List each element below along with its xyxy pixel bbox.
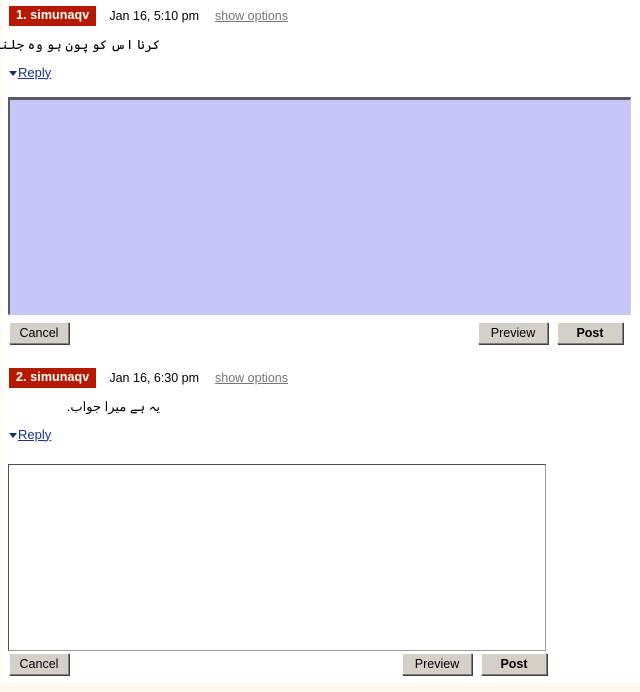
triangle-down-icon [9, 432, 17, 438]
post-1-body-text: کرنا اس کو پون ہو وہ جلنا ہے. [0, 37, 160, 52]
post-2-body-text: یہ ہے میرا جواب. [66, 399, 160, 414]
triangle-down-icon [9, 70, 17, 76]
discussion-thread: 1. simunaqv Jan 16, 5:10 pm show options… [0, 0, 640, 675]
page-gutter-left [0, 0, 3, 692]
post-1-button-row: Cancel Preview Post [0, 322, 640, 346]
post-2-show-options-link[interactable]: show options [215, 371, 288, 385]
post-1-reply-textarea[interactable] [8, 97, 631, 315]
page-gutter-bottom [0, 683, 640, 692]
post-2-reply-toggle[interactable]: Reply [0, 426, 640, 442]
post-1-author-badge[interactable]: 1. simunaqv [9, 6, 97, 26]
post-2-post-button[interactable]: Post [481, 653, 547, 675]
post-1-post-button[interactable]: Post [557, 322, 623, 344]
post-2-date: Jan 16, 6:30 pm [109, 371, 200, 385]
post-1-show-options-link[interactable]: show options [215, 9, 288, 23]
post-2-preview-button[interactable]: Preview [402, 653, 472, 675]
post-2-author-badge[interactable]: 2. simunaqv [9, 368, 97, 388]
post-2: 2. simunaqv Jan 16, 6:30 pm show options… [0, 368, 640, 675]
post-1-reply-toggle[interactable]: Reply [0, 64, 640, 80]
post-1-cancel-button[interactable]: Cancel [9, 322, 69, 344]
post-1-date: Jan 16, 5:10 pm [109, 9, 200, 23]
post-2-cancel-button[interactable]: Cancel [9, 653, 69, 675]
post-2-button-row: Cancel Preview Post [0, 653, 640, 677]
post-1-preview-button[interactable]: Preview [478, 322, 548, 344]
post-2-reply-textarea[interactable] [8, 464, 546, 651]
post-2-reply-label[interactable]: Reply [18, 427, 51, 442]
post-2-header: 2. simunaqv Jan 16, 6:30 pm show options [0, 368, 640, 388]
post-1-header: 1. simunaqv Jan 16, 5:10 pm show options [0, 6, 640, 26]
post-1-reply-label[interactable]: Reply [18, 65, 51, 80]
post-1: 1. simunaqv Jan 16, 5:10 pm show options… [0, 0, 640, 344]
